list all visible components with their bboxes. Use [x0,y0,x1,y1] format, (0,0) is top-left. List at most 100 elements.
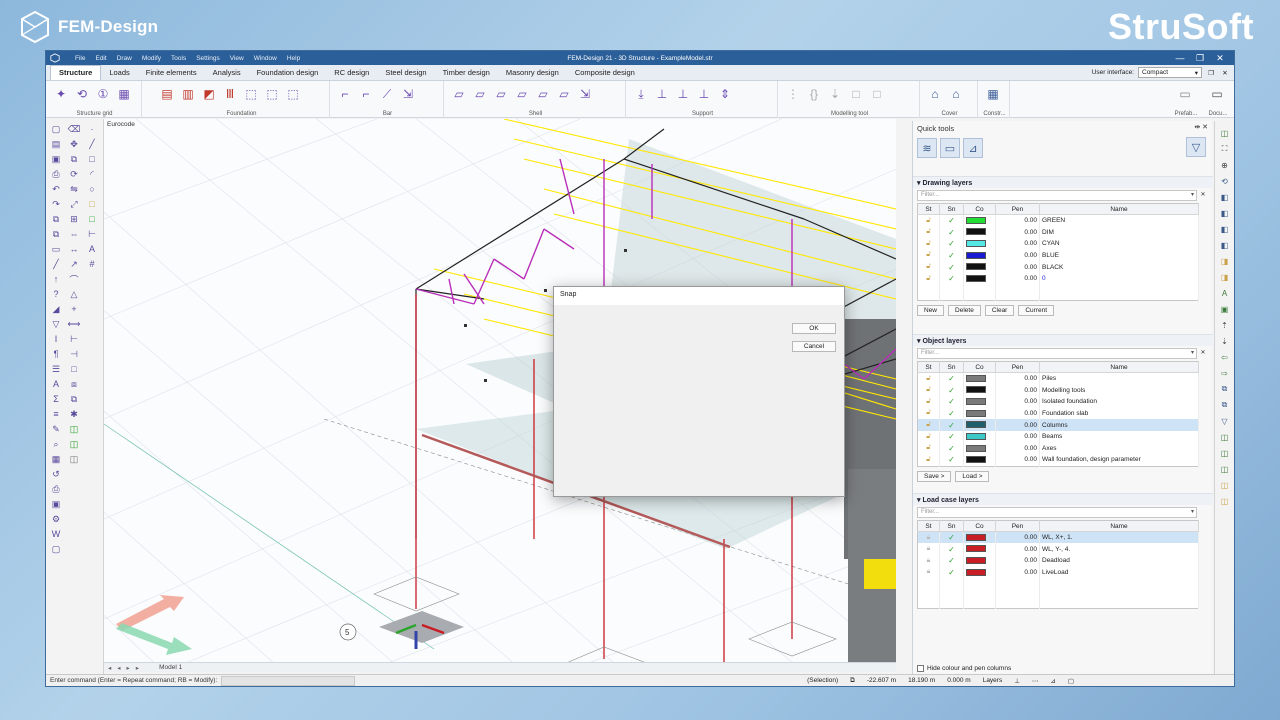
lock-icon[interactable]: 🔓︎ [917,214,940,227]
layer-gray-icon[interactable]: ◫ [68,453,80,465]
line-support-icon[interactable]: ⊥ [653,85,671,103]
tab-nav-first-icon[interactable]: ◂ [108,664,111,672]
eraser-icon[interactable]: ⌫ [68,123,81,135]
vertex-icon[interactable]: · [86,123,98,135]
layer-state-5-icon[interactable]: ◫ [1219,495,1231,507]
section-up-icon[interactable]: ⇡ [1219,319,1231,331]
minimize-button[interactable]: — [1170,51,1190,65]
color-swatch[interactable] [966,275,986,283]
box-icon[interactable]: □ [68,363,80,375]
tab-rc-design[interactable]: RC design [326,66,377,80]
construction-stage-icon[interactable]: ▦ [984,85,1002,103]
menu-draw[interactable]: Draw [112,55,137,62]
check-icon[interactable]: ✓ [939,454,964,466]
grid-snap-icon[interactable]: ⋯ [1032,677,1039,685]
clear-filter-icon[interactable]: ✕ [1198,191,1208,200]
redo-icon[interactable]: ↷ [50,198,62,210]
back-view-icon[interactable]: ⇦ [1219,351,1231,363]
color-swatch[interactable] [966,568,986,576]
check-icon[interactable]: ✓ [939,261,964,273]
sum-icon[interactable]: Σ [50,393,62,405]
view-side-icon[interactable]: ◧ [1219,223,1231,235]
bar-connection-icon[interactable]: ⇲ [399,85,417,103]
table-icon[interactable]: ▦ [50,453,62,465]
polyline-icon[interactable]: △ [68,288,80,300]
color-swatch[interactable] [966,251,986,259]
view-top-icon[interactable]: ◧ [1219,191,1231,203]
view-filter-icon[interactable]: ▽ [1219,415,1231,427]
table-row[interactable]: 🔓︎ ✓ 0.00 Wall foundation, design parameter [917,454,1199,466]
rectangle-select-icon[interactable]: ▭ [50,243,62,255]
funnel-filter-icon[interactable]: ▽ [1186,137,1206,157]
foundation-slab-icon[interactable]: ◩ [200,85,218,103]
menu-file[interactable]: File [70,55,90,62]
lock-icon[interactable]: 🔓︎ [917,430,940,443]
foundation-edit-icon[interactable]: ⬚ [242,85,260,103]
align-icon[interactable]: ⊢ [68,333,80,345]
grid-storey-icon[interactable]: ⟲ [73,85,91,103]
new-file-icon[interactable]: ▢ [50,123,62,135]
fictitious-bar-icon[interactable]: ⋮ [784,85,802,103]
tab-foundation-design[interactable]: Foundation design [249,66,327,80]
tab-composite-design[interactable]: Composite design [567,66,643,80]
model-canvas[interactable]: 5 4 Eurocode ◂ ◂ ▸ ▸ Model 1 Snap OK [104,119,896,672]
column-icon[interactable]: ⌐ [336,85,354,103]
lock-icon[interactable]: 🔓︎ [917,372,940,385]
grid-point-icon[interactable]: ✦ [52,85,70,103]
check-icon[interactable]: ✓ [939,543,964,555]
line-icon[interactable]: ╱ [50,258,62,270]
support-group-icon[interactable]: ⊥ [695,85,713,103]
check-icon[interactable]: ✓ [939,395,964,408]
lock-icon[interactable]: ▣ [50,498,62,510]
snap-mode-icon[interactable]: ⧉ [850,677,855,685]
layer-toggle-icon[interactable]: ◫ [1219,127,1231,139]
color-swatch[interactable] [966,386,986,394]
paste-icon[interactable]: ⧉ [50,228,62,240]
forward-view-icon[interactable]: ⇨ [1219,367,1231,379]
check-icon[interactable]: ✓ [939,566,964,579]
check-icon[interactable]: ✓ [939,249,964,262]
shell-icon[interactable]: ▱ [513,85,531,103]
layer-state-4-icon[interactable]: ◫ [1219,479,1231,491]
orbit-icon[interactable]: ⟲ [1219,175,1231,187]
check-icon[interactable]: ✓ [939,419,964,431]
wall-foundation-icon[interactable]: ▥ [179,85,197,103]
check-icon[interactable]: ✓ [939,226,964,238]
measure-icon[interactable]: ↔ [68,243,80,255]
line-draw-icon[interactable]: ╱ [86,138,98,150]
command-input[interactable] [221,675,356,686]
checkbox-box[interactable] [917,665,924,672]
offset-icon[interactable]: ⧈ [68,378,80,390]
color-swatch[interactable] [966,263,986,271]
current-layer-button[interactable]: Current [1018,305,1055,317]
truss-icon[interactable]: ⟋ [378,85,396,103]
explode-icon[interactable]: ✱ [68,408,80,420]
filter-icon[interactable]: ▽ [50,318,62,330]
fictitious-shell-icon[interactable]: {} [805,85,823,103]
rect-icon[interactable]: □ [86,153,98,165]
maximize-button[interactable]: ❐ [1190,51,1210,65]
shell-2-icon[interactable]: ▱ [534,85,552,103]
menu-modify[interactable]: Modify [137,55,166,62]
check-icon[interactable]: ✓ [939,531,964,544]
color-swatch[interactable] [966,456,986,464]
paste-view-icon[interactable]: ⧉ [1219,399,1231,411]
lock-icon[interactable]: 🔒︎ [917,554,940,567]
stripes-icon[interactable]: ≡ [50,408,62,420]
plate-icon[interactable]: ▱ [450,85,468,103]
back-icon[interactable]: ↺ [50,468,62,480]
check-icon[interactable]: ✓ [939,272,964,285]
check-icon[interactable]: ✓ [939,442,964,455]
square-icon[interactable]: □ [86,198,98,210]
tab-nav-next-icon[interactable]: ▸ [127,664,130,672]
panel-pin-close-icon[interactable]: ⇹ ✕ [1194,123,1208,131]
tab-nav-prev-icon[interactable]: ◂ [117,664,120,672]
object-color-icon[interactable]: ◨ [1219,271,1231,283]
lock-icon[interactable]: 🔒︎ [917,531,940,544]
region-icon[interactable]: □ [868,85,886,103]
check-icon[interactable]: ✓ [939,384,964,396]
dimension-icon[interactable]: ⊢ [86,228,98,240]
color-swatch[interactable] [966,557,986,565]
shell-4-icon[interactable]: ⇲ [576,85,594,103]
chevron-down-icon[interactable]: ▾ [1191,191,1194,198]
